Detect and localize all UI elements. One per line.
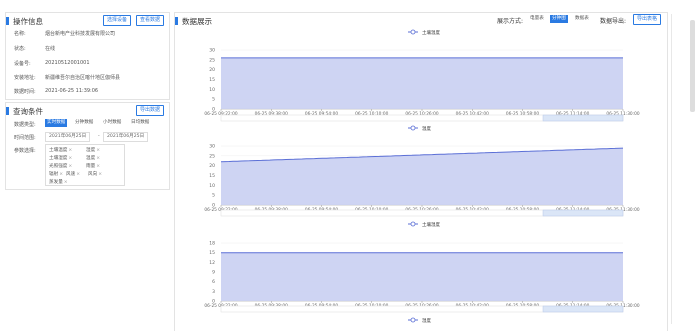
param-tag-label: 蒸发量	[49, 180, 63, 185]
charts-area: 土壤温度05101520253006-25 09:22:00 06-25 09:3…	[204, 29, 640, 324]
page-divider	[671, 14, 672, 324]
time-range-label: 时间范围:	[14, 135, 36, 141]
remove-tag-icon[interactable]: ×	[96, 148, 100, 153]
device-id-label: 设备号:	[14, 61, 31, 67]
param-select-label: 参数选择:	[14, 148, 36, 154]
tab-hour[interactable]: 小时数据	[101, 119, 123, 127]
param-tag[interactable]: 土壤温度×	[49, 147, 72, 153]
remove-tag-icon[interactable]: ×	[76, 172, 80, 177]
param-tag[interactable]: 土壤湿度×	[49, 155, 72, 161]
legend-label: 土壤温度	[422, 29, 440, 36]
param-tag-label: 辐射	[49, 172, 59, 177]
y-tick-label: 3	[212, 289, 215, 295]
param-tag[interactable]: 湿度×	[86, 147, 100, 153]
y-tick-label: 5	[212, 193, 215, 199]
zoom-window	[542, 114, 624, 122]
remove-tag-icon[interactable]: ×	[64, 180, 68, 185]
param-tag[interactable]: 蒸发量×	[49, 179, 68, 185]
address-value: 新疆维吾尔自治区喀什地区伽师县	[45, 75, 121, 81]
start-date-input[interactable]: 2021年06月25日	[45, 132, 91, 142]
y-tick-label: 30	[209, 48, 215, 54]
chart-1: 土壤温度05101520253006-25 09:22:00 06-25 09:3…	[204, 29, 640, 122]
param-tag-label: 风速	[66, 172, 76, 177]
tab-realtime[interactable]: 实时数据	[45, 119, 68, 127]
y-tick-label: 15	[209, 77, 215, 83]
data-type-label: 数据类型:	[14, 122, 36, 128]
param-tag[interactable]: 辐射×	[49, 171, 63, 177]
param-tag-label: 风向	[88, 172, 98, 177]
legend-label: 温度	[422, 125, 431, 132]
param-tag-label: 土壤温度	[49, 148, 68, 153]
remove-tag-icon[interactable]: ×	[96, 156, 100, 161]
y-tick-label: 15	[209, 173, 215, 179]
address-label: 安装地址:	[14, 75, 36, 81]
data-display-panel: 数据展示 展示方式: 电量表 分钟图 数据表 数据导出: 导出表格 土壤温度 0 5…	[174, 12, 668, 331]
legend-marker	[410, 317, 416, 323]
y-tick-label: 30	[209, 144, 215, 150]
remove-tag-icon[interactable]: ×	[68, 164, 72, 169]
param-tag[interactable]: 风速×	[66, 171, 80, 177]
legend-marker	[410, 29, 416, 35]
name-value: 烟台新电产业科技发展有限公司	[45, 31, 116, 37]
param-tag[interactable]: 风向×	[88, 171, 102, 177]
page-scrollbar[interactable]	[690, 20, 695, 112]
y-tick-label: 10	[209, 87, 215, 93]
series-area	[221, 252, 623, 301]
legend-marker	[410, 125, 416, 131]
y-tick-label: 20	[209, 67, 215, 73]
y-tick-label: 25	[209, 153, 215, 159]
chart-2: 温度05101520253006-25 09:22:0006-25 09:38:…	[204, 125, 640, 217]
remove-tag-icon[interactable]: ×	[59, 172, 63, 177]
remove-tag-icon[interactable]: ×	[96, 164, 100, 169]
param-tag-label: 温度	[86, 156, 96, 161]
param-tag-label: 光照强度	[49, 164, 68, 169]
data-time-label: 数据时间:	[14, 89, 36, 95]
param-tag-label: 雨量	[86, 164, 96, 169]
query-title: 查询条件	[6, 107, 43, 116]
y-tick-label: 6	[212, 279, 215, 285]
y-tick-label: 9	[212, 270, 215, 276]
tab-daily[interactable]: 日均数据	[129, 119, 151, 127]
export-data-button[interactable]: 导出数据	[136, 105, 165, 116]
y-tick-label: 15	[209, 250, 215, 256]
y-tick-label: 25	[209, 57, 215, 63]
param-tag-label: 土壤湿度	[49, 156, 68, 161]
param-tag[interactable]: 光照强度×	[49, 163, 72, 169]
param-tag[interactable]: 雨量×	[86, 163, 100, 169]
legend-marker	[410, 221, 416, 227]
zoom-window	[542, 209, 624, 217]
view-data-button[interactable]: 查看数据	[136, 15, 165, 26]
device-id-value: 20210512001001	[45, 60, 90, 66]
series-area	[221, 148, 623, 205]
query-panel: 查询条件 导出数据 数据类型: 实时数据 分钟数据 小时数据 日均数据 时间范围…	[5, 102, 170, 190]
y-tick-label: 20	[209, 163, 215, 169]
param-tag[interactable]: 温度×	[86, 155, 100, 161]
remove-tag-icon[interactable]: ×	[68, 148, 72, 153]
remove-tag-icon[interactable]: ×	[98, 172, 102, 177]
remove-tag-icon[interactable]: ×	[68, 156, 72, 161]
end-date-input[interactable]: 2021年06月25日	[103, 132, 149, 142]
name-label: 名称:	[14, 31, 26, 37]
status-value: 在线	[45, 46, 56, 52]
param-tag-label: 湿度	[86, 148, 96, 153]
select-device-button[interactable]: 选择设备	[103, 15, 132, 26]
date-separator: -	[98, 134, 100, 139]
legend-label: 土壤湿度	[422, 221, 440, 228]
y-tick-label: 18	[209, 241, 215, 247]
y-tick-label: 5	[212, 97, 215, 103]
legend-label: 湿度	[422, 317, 431, 324]
series-area	[221, 57, 623, 109]
page: { "op_panel": { "title": "操作信息", "btn_se…	[0, 0, 697, 331]
chart-3: 土壤湿度036912151806-25 09:22:0006-25 09:38:…	[204, 221, 640, 313]
y-tick-label: 12	[209, 260, 215, 266]
data-time-value: 2021-06-25 11:39:06	[45, 88, 99, 94]
y-tick-label: 10	[209, 183, 215, 189]
tab-minute[interactable]: 分钟数据	[73, 119, 95, 127]
status-label: 状态:	[14, 46, 26, 52]
zoom-window	[542, 305, 624, 313]
operation-info-panel: 操作信息 选择设备 查看数据 名称: 烟台新电产业科技发展有限公司 状态: 在线…	[5, 12, 170, 100]
operation-info-title: 操作信息	[6, 17, 43, 26]
chart-4: 湿度	[408, 317, 431, 324]
